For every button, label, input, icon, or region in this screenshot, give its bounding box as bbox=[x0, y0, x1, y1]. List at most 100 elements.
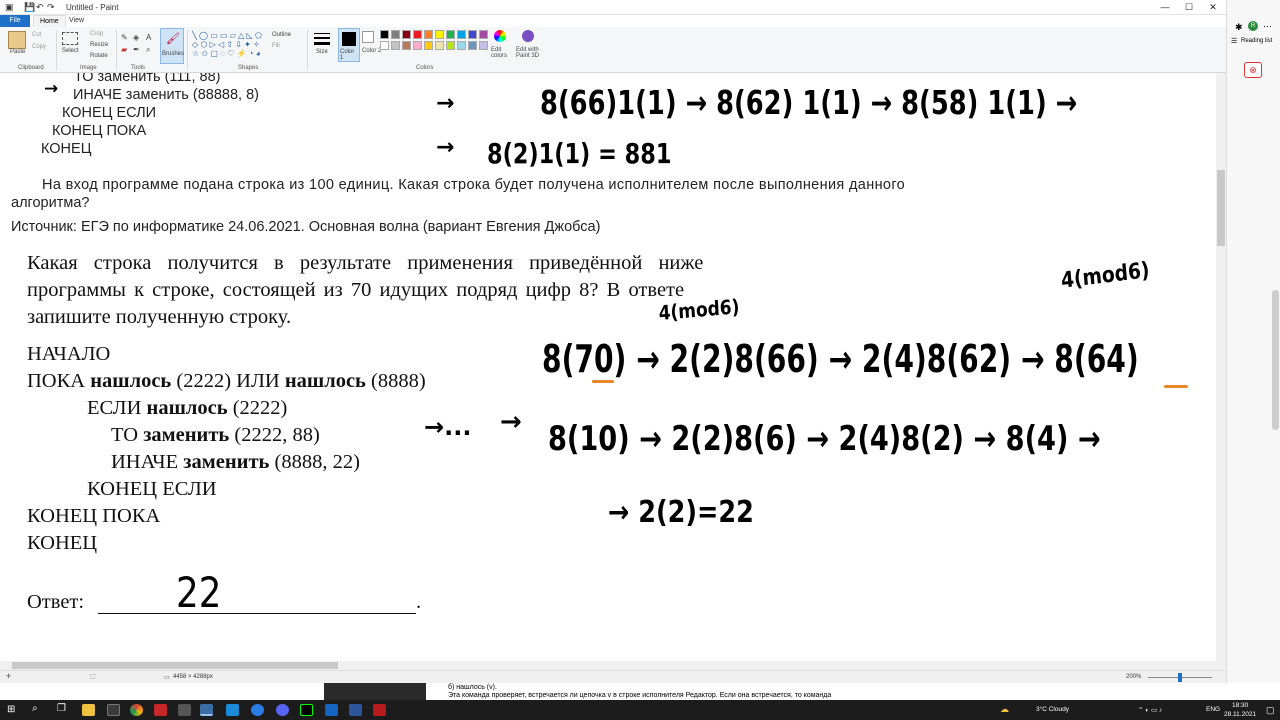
color-swatch[interactable] bbox=[391, 41, 400, 50]
brushes-label: Brushes bbox=[162, 51, 185, 57]
color1-button[interactable]: Color 1 bbox=[338, 28, 360, 62]
color2-label[interactable]: Color 2 bbox=[362, 48, 381, 54]
divider bbox=[116, 30, 117, 70]
word-icon[interactable] bbox=[349, 704, 362, 716]
color-swatch[interactable] bbox=[457, 30, 466, 39]
search-icon[interactable]: ⌕ bbox=[32, 703, 38, 714]
app-icon[interactable] bbox=[300, 704, 313, 716]
file-explorer-icon[interactable] bbox=[82, 704, 95, 716]
color-swatch[interactable] bbox=[446, 41, 455, 50]
weather-text[interactable]: 3°C Cloudy bbox=[1036, 706, 1069, 713]
color-swatch[interactable] bbox=[424, 30, 433, 39]
color-swatch[interactable] bbox=[468, 41, 477, 50]
pin-icon[interactable]: ✱ bbox=[1235, 22, 1243, 33]
panel-scroll-thumb[interactable] bbox=[1272, 290, 1279, 430]
crop-button[interactable]: Crop bbox=[90, 31, 103, 37]
app-icon[interactable] bbox=[325, 704, 338, 716]
reading-list-label[interactable]: Reading list bbox=[1241, 38, 1272, 44]
clock-time[interactable]: 18:30 bbox=[1232, 702, 1248, 709]
select-button[interactable]: Select bbox=[62, 48, 79, 54]
vertical-scroll-thumb[interactable] bbox=[1217, 170, 1225, 246]
pencil-icon[interactable]: ✎ bbox=[121, 33, 128, 42]
fill-button[interactable]: Fill bbox=[272, 43, 280, 49]
undo-icon[interactable]: ↶ bbox=[36, 2, 44, 13]
minimize-button[interactable]: — bbox=[1154, 1, 1176, 14]
paint-taskbar-icon[interactable] bbox=[200, 704, 213, 716]
app-icon[interactable] bbox=[107, 704, 120, 716]
edge-icon[interactable] bbox=[251, 704, 264, 716]
background-text: б) нашлось (v). bbox=[448, 684, 497, 691]
copy-button[interactable]: Copy bbox=[32, 44, 46, 50]
tab-view[interactable]: View bbox=[63, 15, 90, 27]
color-swatch[interactable] bbox=[413, 41, 422, 50]
color2-swatch[interactable] bbox=[362, 31, 374, 43]
shapes-gallery[interactable]: ╲ ◯ ▭ ▭ ▱ △ ◺ ⬠ ◇ ⬡ ▷ ◁ ⇧ ⇩ ✦ ✧ ☆ ✩ ▢ ◌ ♡ … bbox=[192, 31, 262, 59]
color-swatch[interactable] bbox=[435, 41, 444, 50]
color-swatch[interactable] bbox=[402, 41, 411, 50]
paste-button[interactable]: Paste bbox=[10, 49, 25, 55]
divider bbox=[56, 30, 57, 70]
paint3d-icon[interactable] bbox=[522, 30, 534, 42]
paste-icon[interactable] bbox=[8, 31, 26, 49]
app-icon[interactable] bbox=[226, 704, 239, 716]
chrome-icon[interactable] bbox=[130, 704, 143, 716]
save-icon[interactable]: 💾 bbox=[24, 2, 35, 13]
color-swatch[interactable] bbox=[380, 30, 389, 39]
outline-button[interactable]: Outline bbox=[272, 32, 291, 38]
vertical-scrollbar[interactable] bbox=[1216, 73, 1226, 661]
fill-icon[interactable]: ◈ bbox=[133, 33, 139, 42]
code-else: ИНАЧЕ заменить (8888, 22) bbox=[111, 451, 360, 473]
divider bbox=[307, 30, 308, 70]
tray-icons[interactable]: ⌃ ◐ ▭ ♪ bbox=[1138, 706, 1162, 714]
horizontal-scroll-thumb[interactable] bbox=[12, 662, 338, 669]
app-icon[interactable] bbox=[154, 704, 167, 716]
eraser-icon[interactable]: ▰ bbox=[121, 45, 127, 54]
magnifier-icon[interactable]: ⌕ bbox=[146, 45, 150, 55]
edit-colors-icon[interactable] bbox=[494, 30, 506, 42]
color-swatch[interactable] bbox=[413, 30, 422, 39]
color-swatch[interactable] bbox=[457, 41, 466, 50]
paint-canvas[interactable]: ТО заменить (111, 88) ИНАЧЕ заменить (88… bbox=[0, 73, 1216, 661]
cut-button[interactable]: Cut bbox=[32, 32, 41, 38]
app-icon[interactable] bbox=[373, 704, 386, 716]
color-swatch[interactable] bbox=[391, 30, 400, 39]
color-swatch[interactable] bbox=[435, 30, 444, 39]
edit-colors-button[interactable]: Edit colors bbox=[491, 47, 511, 59]
windows-start-icon[interactable]: ⊞ bbox=[7, 704, 15, 715]
handwritten-note: 4(mod6) bbox=[1060, 258, 1151, 294]
clock-date[interactable]: 28.11.2021 bbox=[1224, 711, 1256, 718]
color-picker-icon[interactable]: ✒ bbox=[133, 45, 140, 54]
color-swatch[interactable] bbox=[380, 41, 389, 50]
language-indicator[interactable]: ENG bbox=[1206, 706, 1220, 713]
color-swatch[interactable] bbox=[468, 30, 477, 39]
color-swatch[interactable] bbox=[479, 41, 488, 50]
handwritten-note: 4(mod6) bbox=[658, 294, 740, 325]
color-swatch[interactable] bbox=[424, 41, 433, 50]
discord-icon[interactable] bbox=[276, 704, 289, 716]
brushes-button[interactable]: 🖌 Brushes bbox=[160, 28, 184, 64]
rotate-button[interactable]: Rotate bbox=[90, 53, 108, 59]
color-swatch[interactable] bbox=[479, 30, 488, 39]
size-button[interactable]: Size bbox=[316, 49, 328, 55]
color-swatch[interactable] bbox=[446, 30, 455, 39]
app-icon[interactable] bbox=[178, 704, 191, 716]
maximize-button[interactable]: ☐ bbox=[1178, 1, 1200, 14]
color-swatch[interactable] bbox=[402, 30, 411, 39]
answer-period: . bbox=[416, 591, 422, 613]
select-icon[interactable] bbox=[62, 32, 78, 45]
close-button[interactable]: ✕ bbox=[1202, 1, 1224, 14]
notifications-icon[interactable]: ▢ bbox=[1266, 705, 1275, 716]
tab-home[interactable]: Home bbox=[33, 15, 66, 27]
profile-avatar[interactable]: R bbox=[1248, 21, 1258, 31]
edit-with-paint3d-button[interactable]: Edit with Paint 3D bbox=[516, 47, 542, 59]
task-view-icon[interactable]: ❐ bbox=[57, 703, 66, 714]
resize-button[interactable]: Resize bbox=[90, 42, 108, 48]
tab-file[interactable]: File bbox=[0, 15, 30, 27]
text-icon[interactable]: A bbox=[146, 33, 151, 42]
reading-list-icon[interactable]: ☰ bbox=[1231, 37, 1237, 45]
extension-icon[interactable]: ⊗ bbox=[1244, 62, 1262, 78]
handwritten-arrow: → bbox=[436, 135, 455, 160]
more-icon[interactable]: ⋯ bbox=[1263, 21, 1272, 32]
zoom-slider-thumb[interactable] bbox=[1178, 673, 1182, 682]
redo-icon[interactable]: ↷ bbox=[47, 2, 55, 13]
